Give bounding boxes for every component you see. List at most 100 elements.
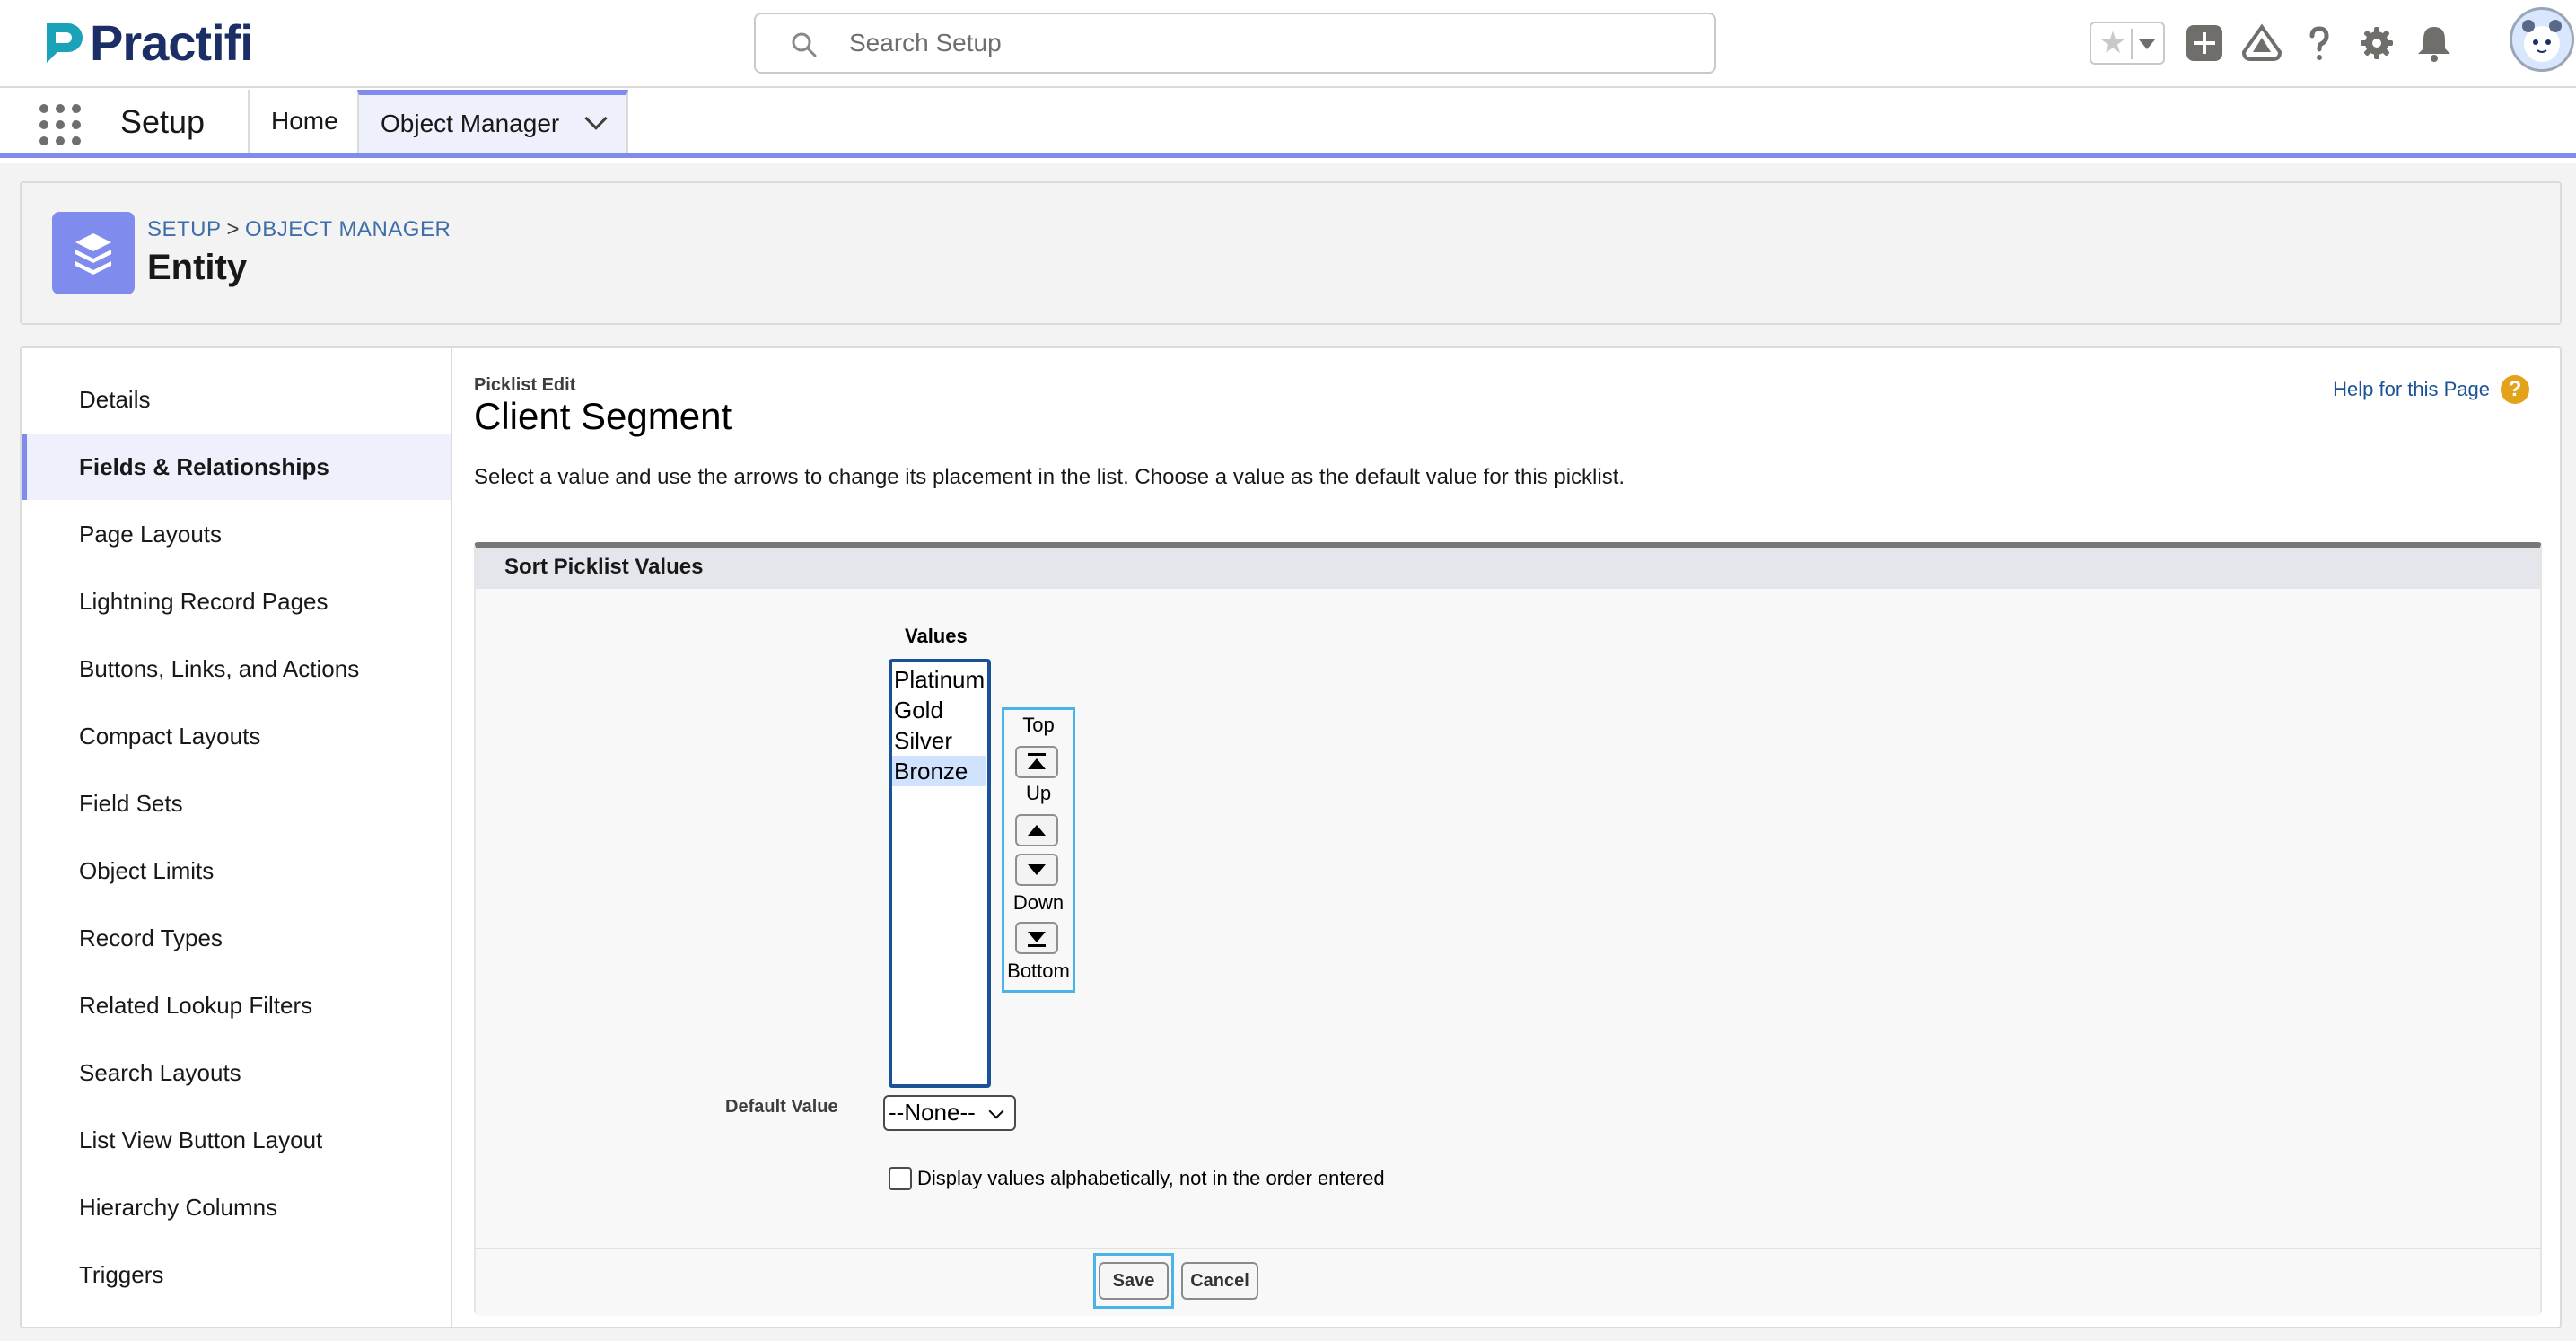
values-label: Values	[905, 625, 968, 647]
values-listbox[interactable]: Platinum Gold Silver Bronze	[889, 659, 991, 1088]
sidebar-item-label: Compact Layouts	[79, 723, 261, 749]
picklist-content: Picklist Edit Client Segment Help for th…	[452, 348, 2562, 1327]
value-option-platinum[interactable]: Platinum	[892, 664, 986, 695]
breadcrumb-setup[interactable]: SETUP	[147, 217, 222, 241]
practifi-logo-icon	[47, 23, 83, 63]
page-title: Entity	[147, 248, 248, 287]
reorder-controls: Top Up Down Bottom	[1002, 707, 1075, 993]
chevron-down-icon	[988, 1103, 1004, 1119]
value-option-gold[interactable]: Gold	[892, 695, 986, 725]
sidebar-item-label: Object Limits	[79, 857, 215, 884]
sidebar-item-label: List View Button Layout	[79, 1126, 323, 1153]
picklist-title: Client Segment	[474, 395, 732, 437]
alphabetical-checkbox[interactable]	[889, 1167, 912, 1190]
tab-object-manager[interactable]: Object Manager	[357, 90, 628, 153]
trailhead-icon[interactable]	[2240, 22, 2283, 65]
add-icon[interactable]	[2183, 22, 2226, 65]
cancel-button[interactable]: Cancel	[1181, 1262, 1258, 1300]
help-icon[interactable]	[2298, 22, 2341, 65]
avatar[interactable]	[2510, 7, 2574, 72]
practifi-logo[interactable]: Practifi	[41, 14, 254, 71]
sidebar-item-buttons-links-actions[interactable]: Buttons, Links, and Actions	[22, 635, 451, 702]
object-sidebar: Details Fields & Relationships Page Layo…	[22, 348, 452, 1327]
sidebar-item-details[interactable]: Details	[22, 366, 451, 433]
down-label: Down	[1012, 891, 1065, 914]
header-tools: ★	[2073, 0, 2576, 88]
breadcrumb-separator: >	[226, 217, 241, 241]
app-launcher-icon[interactable]	[39, 104, 81, 145]
default-value-selected: --None--	[889, 1099, 976, 1126]
section-header: Sort Picklist Values	[476, 548, 2540, 589]
sort-picklist-section: Sort Picklist Values Values Platinum Gol…	[474, 542, 2542, 1316]
breadcrumb-object-manager[interactable]: OBJECT MANAGER	[245, 217, 451, 241]
tab-label: Home	[271, 107, 338, 135]
app-name: Setup	[120, 103, 206, 140]
user-avatar-icon	[2522, 20, 2562, 62]
button-row: Save Cancel	[476, 1248, 2540, 1316]
value-option-bronze[interactable]: Bronze	[892, 756, 986, 786]
main-card: Details Fields & Relationships Page Layo…	[20, 346, 2562, 1328]
sidebar-item-compact-layouts[interactable]: Compact Layouts	[22, 703, 451, 769]
sidebar-item-related-lookup-filters[interactable]: Related Lookup Filters	[22, 972, 451, 1039]
sidebar-item-hierarchy-columns[interactable]: Hierarchy Columns	[22, 1174, 451, 1240]
picklist-kicker: Picklist Edit	[474, 375, 576, 395]
gear-icon[interactable]	[2355, 22, 2398, 65]
sidebar-item-object-limits[interactable]: Object Limits	[22, 837, 451, 904]
tab-label: Object Manager	[381, 110, 560, 137]
breadcrumb: SETUP > OBJECT MANAGER	[147, 217, 451, 242]
chevron-down-icon[interactable]	[584, 107, 608, 130]
sidebar-item-label: Page Layouts	[79, 521, 223, 548]
save-button[interactable]: Save	[1099, 1262, 1169, 1300]
default-value-select[interactable]: --None--	[883, 1095, 1016, 1131]
setup-search[interactable]	[754, 13, 1716, 74]
bottom-label: Bottom	[1007, 960, 1070, 982]
sidebar-item-label: Search Layouts	[79, 1059, 241, 1086]
sidebar-item-page-layouts[interactable]: Page Layouts	[22, 501, 451, 567]
favorites-group: ★	[2090, 22, 2165, 65]
search-icon	[792, 32, 817, 57]
brand-name: Practifi	[90, 14, 254, 71]
star-icon[interactable]: ★	[2095, 25, 2131, 61]
instructions: Select a value and use the arrows to cha…	[474, 465, 1625, 489]
global-header: Practifi ★	[0, 0, 2576, 88]
sidebar-item-label: Fields & Relationships	[79, 453, 329, 480]
move-bottom-icon	[1028, 932, 1046, 942]
sidebar-item-search-layouts[interactable]: Search Layouts	[22, 1039, 451, 1106]
sidebar-item-record-types[interactable]: Record Types	[22, 905, 451, 971]
sidebar-item-label: Field Sets	[79, 790, 183, 817]
favorites-dropdown[interactable]	[2131, 29, 2160, 59]
sidebar-item-label: Hierarchy Columns	[79, 1194, 278, 1221]
value-option-silver[interactable]: Silver	[892, 725, 986, 756]
alphabetical-option: Display values alphabetically, not in th…	[889, 1167, 1385, 1190]
help-link[interactable]: Help for this Page ?	[2333, 375, 2529, 404]
sidebar-item-field-sets[interactable]: Field Sets	[22, 770, 451, 837]
up-label: Up	[1025, 782, 1052, 804]
default-value-label: Default Value	[725, 1097, 838, 1117]
move-bottom-button[interactable]	[1015, 922, 1058, 954]
move-down-icon	[1028, 864, 1046, 875]
object-header: SETUP > OBJECT MANAGER Entity	[20, 181, 2562, 325]
alphabetical-label: Display values alphabetically, not in th…	[917, 1167, 1385, 1189]
sidebar-item-lightning-record-pages[interactable]: Lightning Record Pages	[22, 568, 451, 635]
move-top-button[interactable]	[1015, 746, 1058, 778]
tab-home[interactable]: Home	[248, 90, 360, 153]
help-link-label: Help for this Page	[2333, 378, 2490, 400]
sidebar-item-label: Lightning Record Pages	[79, 588, 329, 615]
search-input[interactable]	[849, 23, 1657, 63]
section-title: Sort Picklist Values	[504, 555, 704, 579]
sidebar-item-label: Triggers	[79, 1261, 164, 1288]
move-top-icon	[1028, 753, 1046, 756]
layers-icon	[52, 212, 135, 294]
sidebar-item-label: Record Types	[79, 925, 223, 951]
move-down-button[interactable]	[1015, 854, 1058, 886]
chevron-down-icon	[2139, 39, 2155, 49]
sidebar-item-fields-relationships[interactable]: Fields & Relationships	[22, 434, 451, 500]
sidebar-item-triggers[interactable]: Triggers	[22, 1241, 451, 1308]
move-up-icon	[1028, 825, 1046, 836]
move-up-button[interactable]	[1015, 814, 1058, 846]
bell-icon[interactable]	[2413, 22, 2456, 65]
sidebar-item-label: Buttons, Links, and Actions	[79, 655, 360, 682]
sidebar-item-list-view-button-layout[interactable]: List View Button Layout	[22, 1107, 451, 1173]
help-icon: ?	[2501, 375, 2529, 404]
sidebar-item-label: Related Lookup Filters	[79, 992, 313, 1019]
